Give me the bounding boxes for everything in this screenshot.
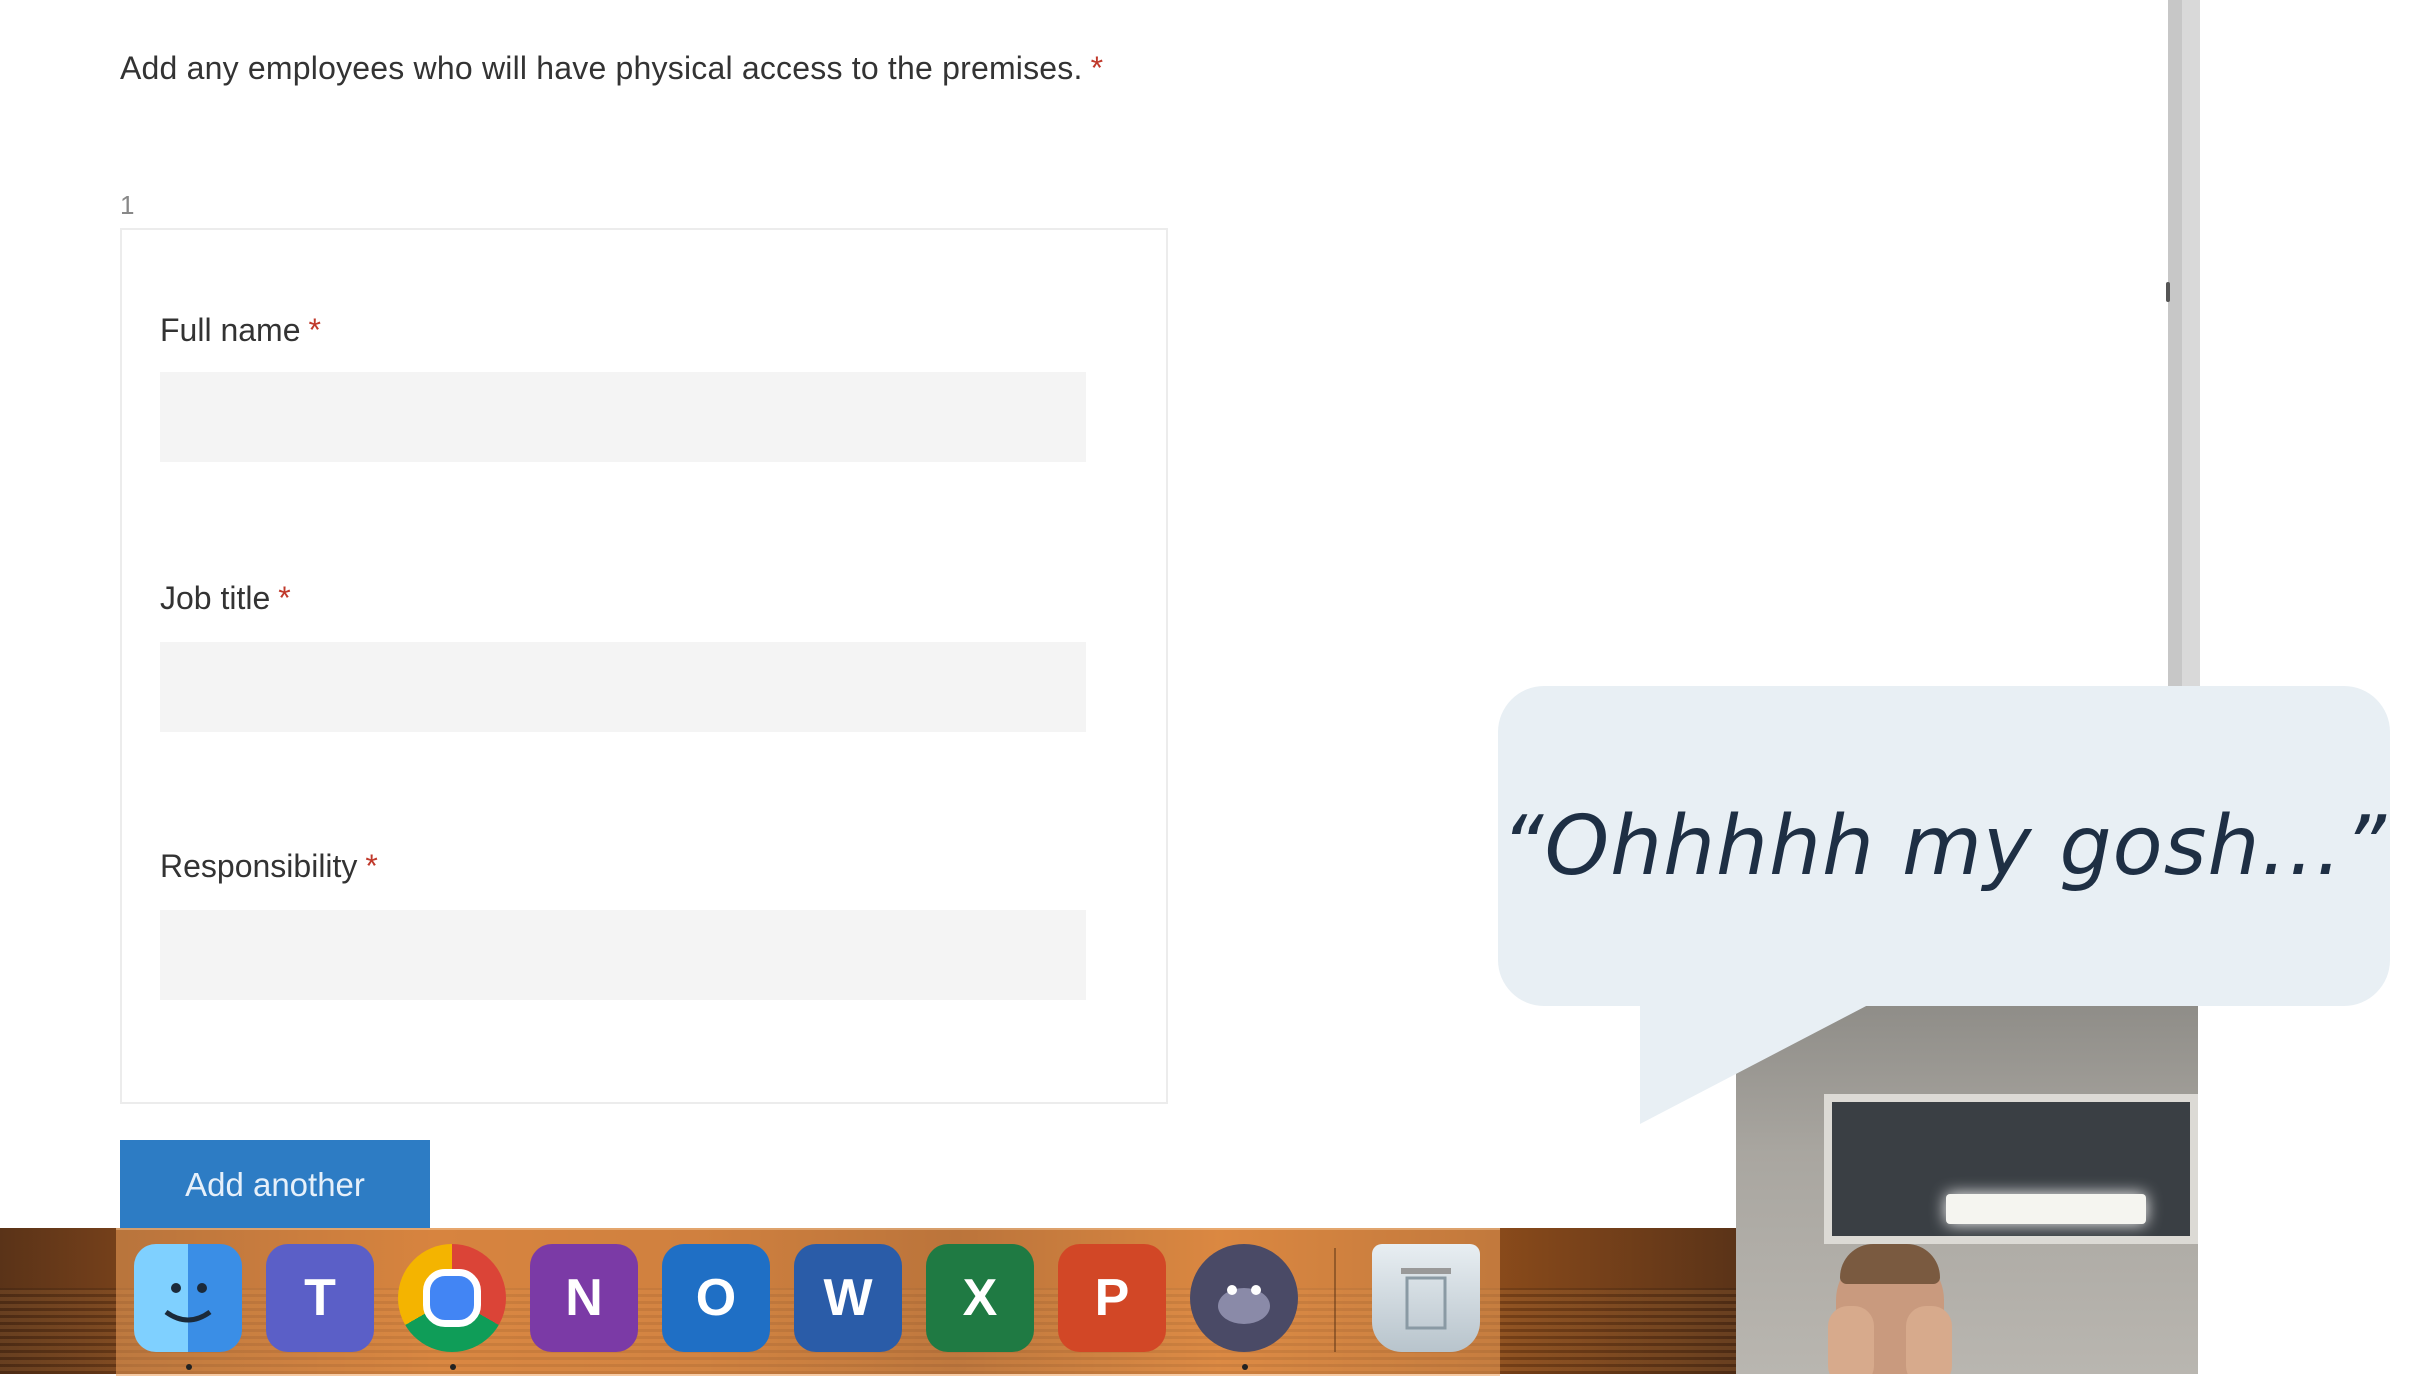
scrollbar-track[interactable] xyxy=(2168,0,2200,690)
teams-icon[interactable]: T xyxy=(266,1244,374,1352)
gorilla-app-running-indicator xyxy=(1242,1364,1248,1370)
word-icon[interactable]: W xyxy=(794,1244,902,1352)
outlook-icon[interactable]: O xyxy=(662,1244,770,1352)
scrollbar-thumb[interactable] xyxy=(2166,282,2170,302)
chrome-running-indicator xyxy=(450,1364,456,1370)
powerpoint-icon[interactable]: P xyxy=(1058,1244,1166,1352)
entry-number: 1 xyxy=(120,190,135,220)
gorilla-app-icon[interactable] xyxy=(1190,1244,1298,1352)
speech-bubble-quote: “Ohhhhh my gosh…” xyxy=(1501,798,2387,894)
webcam-ceiling-light xyxy=(1946,1194,2146,1224)
job-title-input[interactable] xyxy=(160,642,1086,732)
speech-bubble-tail xyxy=(1640,1004,1870,1124)
excel-icon[interactable]: X xyxy=(926,1244,1034,1352)
question-text: Add any employees who will have physical… xyxy=(120,50,1104,86)
presenter-right-hand xyxy=(1906,1306,1952,1374)
presenter-hair xyxy=(1840,1244,1940,1284)
presenter-left-hand xyxy=(1828,1306,1874,1374)
chrome-icon[interactable] xyxy=(398,1244,506,1352)
full-name-input[interactable] xyxy=(160,372,1086,462)
trash-icon[interactable] xyxy=(1372,1244,1480,1352)
full-name-label: Full name * xyxy=(160,312,321,348)
required-mark: * xyxy=(1090,50,1104,86)
finder-icon[interactable] xyxy=(134,1244,242,1352)
dock-separator xyxy=(1334,1248,1336,1352)
responsibility-label: Responsibility * xyxy=(160,848,378,884)
onenote-icon[interactable]: N xyxy=(530,1244,638,1352)
job-title-label: Job title * xyxy=(160,580,291,616)
responsibility-input[interactable] xyxy=(160,910,1086,1000)
finder-running-indicator xyxy=(186,1364,192,1370)
add-another-button[interactable]: Add another xyxy=(120,1140,430,1240)
